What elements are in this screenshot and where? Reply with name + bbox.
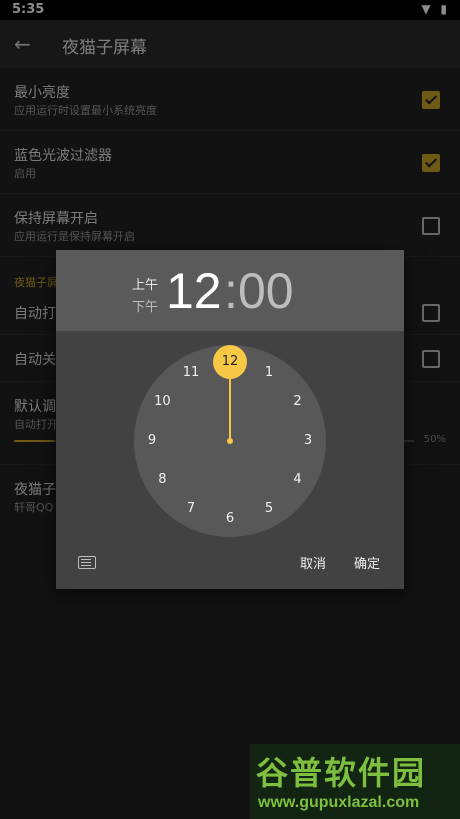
clock-number[interactable]: 1 (255, 363, 283, 383)
minute-display[interactable]: 00 (238, 262, 294, 320)
watermark-url: www.gupuxlazal.com (258, 794, 420, 811)
time-picker-dialog: 上午 下午 12 : 00 12 1 2 3 4 5 6 7 8 9 10 11 取消 确定 (56, 250, 404, 589)
watermark-title: 谷普软件园 (256, 754, 427, 792)
cancel-button[interactable]: 取消 (300, 553, 326, 572)
time-separator: : (224, 263, 238, 319)
hour-display[interactable]: 12 (166, 262, 222, 320)
clock-selected-hour[interactable]: 12 (213, 345, 247, 379)
clock-number[interactable]: 11 (177, 363, 205, 383)
clock-number[interactable]: 6 (216, 509, 244, 529)
clock-number[interactable]: 3 (294, 431, 322, 451)
clock-number[interactable]: 10 (148, 392, 176, 412)
am-toggle[interactable]: 上午 (132, 274, 158, 293)
ok-button[interactable]: 确定 (354, 553, 380, 572)
time-picker-header: 上午 下午 12 : 00 (56, 250, 404, 331)
clock-number[interactable]: 7 (177, 499, 205, 519)
watermark: 谷普软件园 www.gupuxlazal.com (250, 744, 460, 819)
clock-number[interactable]: 8 (148, 470, 176, 490)
clock-number[interactable]: 9 (138, 431, 166, 451)
clock-hand (229, 373, 231, 441)
clock-number[interactable]: 4 (284, 470, 312, 490)
keyboard-icon[interactable] (78, 556, 96, 569)
clock-face[interactable]: 12 1 2 3 4 5 6 7 8 9 10 11 (134, 345, 326, 537)
clock-number[interactable]: 2 (284, 392, 312, 412)
clock-center (227, 438, 233, 444)
clock-number[interactable]: 5 (255, 499, 283, 519)
pm-toggle[interactable]: 下午 (132, 296, 158, 315)
